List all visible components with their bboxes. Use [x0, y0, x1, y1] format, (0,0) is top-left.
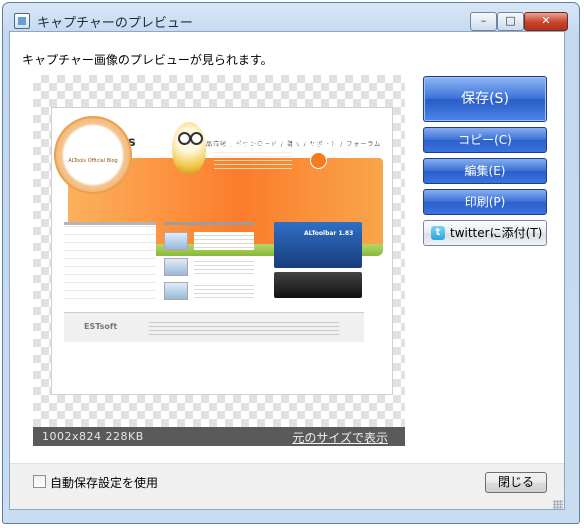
window-title: キャプチャーのプレビュー — [37, 16, 193, 31]
resize-grip-icon[interactable] — [553, 500, 563, 510]
copy-button[interactable]: コピー(C) — [423, 127, 547, 153]
captured-game-promo — [274, 272, 362, 298]
twitter-attach-button[interactable]: t twitterに添付(T) — [423, 220, 547, 246]
description-text: キャプチャー画像のプレビューが見られます。 — [22, 53, 273, 67]
captured-image-thumbnail: ALTools 製品情報 / ダウンロード / 購入 / サポート / フォーラ… — [52, 108, 392, 394]
captured-site-footer: ESTsoft — [64, 312, 364, 342]
original-size-link[interactable]: 元のサイズで表示 — [292, 429, 388, 446]
close-window-button[interactable]: ✕ — [524, 12, 568, 31]
close-button[interactable]: 閉じる — [485, 472, 547, 493]
captured-blog-badge: ALTools Official Blog — [54, 116, 132, 194]
print-button[interactable]: 印刷(P) — [423, 189, 547, 215]
minimize-button[interactable]: – — [470, 12, 497, 31]
edit-button[interactable]: 編集(E) — [423, 158, 547, 184]
save-button[interactable]: 保存(S) — [423, 76, 547, 122]
captured-banner-text — [214, 152, 292, 170]
twitter-icon: t — [431, 226, 445, 240]
app-icon — [14, 13, 30, 29]
twitter-attach-label: twitterに添付(T) — [450, 226, 543, 240]
captured-banner-title: デジカメのよきパートナー ALSee — [212, 139, 339, 148]
captured-feature-column — [164, 222, 264, 300]
image-info-bar: 1002x824 228KB 元のサイズで表示 — [33, 427, 405, 446]
captured-news-list — [64, 222, 156, 300]
captured-mascot-image — [172, 122, 206, 174]
image-size-info: 1002x824 228KB — [42, 430, 144, 443]
autosave-label[interactable]: 自動保存設定を使用 — [50, 474, 158, 491]
captured-toolbar-promo: ALToolbar 1.83 — [274, 222, 362, 268]
autosave-checkbox[interactable] — [33, 475, 46, 488]
maximize-button[interactable]: □ — [497, 12, 524, 31]
captured-banner-button — [310, 152, 327, 169]
